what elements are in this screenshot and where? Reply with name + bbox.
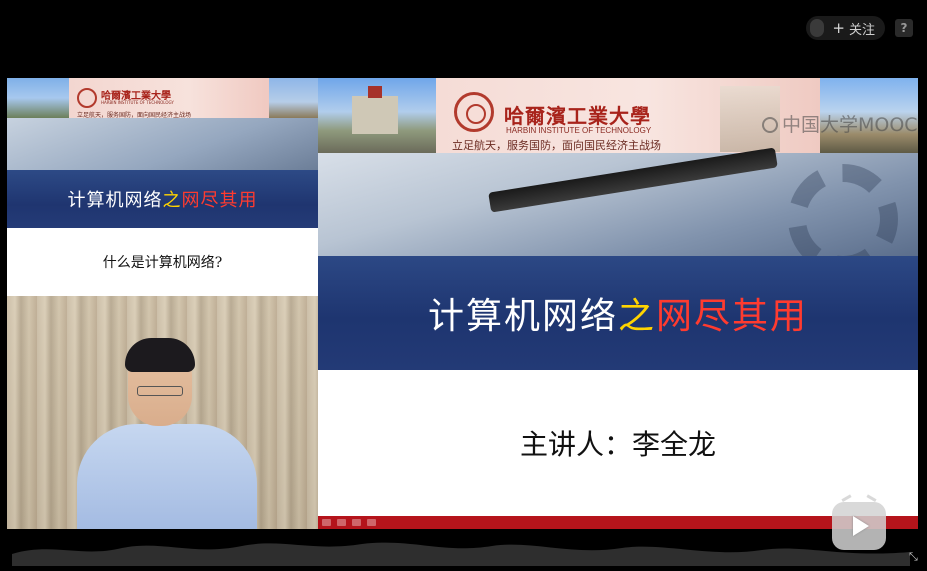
- left-slide-title: 计算机网络之网尽其用: [7, 170, 318, 228]
- pen-tool-icon[interactable]: [337, 519, 346, 526]
- mooc-logo-icon: [762, 117, 778, 133]
- university-logo-icon: [454, 92, 494, 132]
- top-controls: + 关注 ?: [806, 16, 913, 40]
- fullscreen-icon[interactable]: ⤡: [909, 551, 921, 563]
- lecturer-body: [77, 424, 257, 529]
- left-slide-banner: 哈爾濱工業大學 HARBIN INSTITUTE OF TECHNOLOGY 立…: [7, 78, 318, 170]
- mooc-watermark: 中国大学MOOC: [762, 110, 918, 137]
- university-name-english: HARBIN INSTITUTE OF TECHNOLOGY: [101, 100, 174, 105]
- campus-building: [352, 86, 398, 134]
- slide-toolbar: [322, 516, 376, 529]
- university-motto: 立足航天，服务国防，面向国民经济主战场: [452, 139, 661, 152]
- campus-photo-right: [269, 78, 318, 118]
- lecturer-hair: [125, 338, 195, 372]
- university-name: 哈爾濱工業大學: [504, 104, 651, 128]
- slides-menu-icon[interactable]: [352, 519, 361, 526]
- title-yellow-part: 之: [162, 190, 182, 211]
- slide-question: 什么是计算机网络?: [7, 228, 318, 296]
- title-white-part: 计算机网络: [67, 190, 163, 211]
- left-panel: 哈爾濱工業大學 HARBIN INSTITUTE OF TECHNOLOGY 立…: [7, 78, 318, 529]
- play-icon: [853, 516, 869, 536]
- video-frame[interactable]: 哈爾濱工業大學 HARBIN INSTITUTE OF TECHNOLOGY 立…: [7, 78, 918, 529]
- follow-button[interactable]: + 关注: [806, 16, 885, 40]
- watermark-text: 中国大学MOOC: [782, 114, 918, 136]
- help-icon[interactable]: ?: [895, 19, 913, 37]
- main-slide: 哈爾濱工業大學 HARBIN INSTITUTE OF TECHNOLOGY 立…: [318, 78, 918, 529]
- presenter-name: 主讲人：李全龙: [318, 370, 918, 516]
- audio-waveform[interactable]: [12, 532, 910, 566]
- play-button[interactable]: [832, 494, 886, 550]
- main-slide-banner: 哈爾濱工業大學 HARBIN INSTITUTE OF TECHNOLOGY 立…: [318, 78, 918, 256]
- slide-bottom-bar: [318, 516, 918, 529]
- university-motto: 立足航天，服务国防，面向国民经济主战场: [77, 112, 192, 119]
- banner-paper-image: [7, 118, 318, 170]
- title-red-part: 网尽其用: [181, 190, 258, 211]
- title-red-part: 网尽其用: [656, 296, 809, 337]
- lecturer-glasses: [137, 386, 183, 396]
- plus-icon: +: [832, 19, 845, 37]
- title-white-part: 计算机网络: [427, 296, 618, 337]
- title-yellow-part: 之: [617, 296, 656, 337]
- follow-label: 关注: [848, 22, 875, 38]
- prev-slide-icon[interactable]: [322, 519, 331, 526]
- campus-photo-left: [7, 78, 69, 118]
- university-logo-icon: [77, 88, 97, 108]
- more-icon[interactable]: [367, 519, 376, 526]
- main-slide-title: 计算机网络之网尽其用: [318, 256, 918, 370]
- avatar: [810, 19, 825, 37]
- lecturer-camera-feed: [7, 296, 318, 529]
- university-name-english: HARBIN INSTITUTE OF TECHNOLOGY: [506, 126, 652, 135]
